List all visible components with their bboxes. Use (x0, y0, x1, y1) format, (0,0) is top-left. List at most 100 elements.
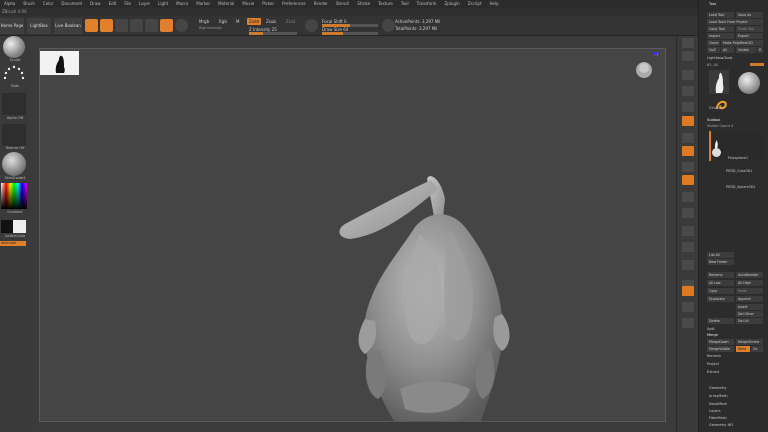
edit-icon[interactable] (85, 19, 98, 32)
document-canvas[interactable] (39, 48, 666, 422)
current-tool-thumbnail[interactable] (709, 70, 729, 94)
menu-item-preferences[interactable]: Preferences (278, 0, 310, 8)
remesh-header[interactable]: Remesh (707, 354, 721, 359)
menu-item-macro[interactable]: Macro (172, 0, 192, 8)
zcut-label[interactable]: Zcut (286, 19, 295, 24)
menu-item-stroke[interactable]: Stroke (353, 0, 374, 8)
export-button[interactable]: Export (736, 33, 763, 39)
split-header[interactable]: Split (707, 327, 715, 332)
insert-button[interactable]: Insert (736, 304, 763, 310)
menu-item-help[interactable]: Help (486, 0, 503, 8)
menu-item-zplugin[interactable]: Zplugin (441, 0, 464, 8)
switch-color-label[interactable]: SwitchColor (0, 234, 30, 238)
line-fill-icon[interactable] (682, 242, 694, 252)
menu-item-texture[interactable]: Texture (374, 0, 397, 8)
orientation-gizmo[interactable] (630, 50, 658, 82)
all-low-button[interactable]: All Low (707, 280, 734, 286)
del-other-button[interactable]: Del Other (736, 311, 763, 317)
dynamic-persp-icon[interactable] (682, 318, 694, 328)
menu-item-movie[interactable]: Movie (238, 0, 258, 8)
menu-item-tool[interactable]: Tool (397, 0, 413, 8)
zsub-label[interactable]: Zsub (266, 19, 276, 24)
all-button[interactable]: All (721, 47, 734, 53)
menu-item-color[interactable]: Color (39, 0, 57, 8)
menu-item-file[interactable]: File (120, 0, 135, 8)
z-intensity-slider[interactable] (249, 32, 297, 35)
delete-button[interactable]: Delete (707, 318, 734, 324)
symmetry-icon[interactable] (160, 19, 173, 32)
duplicate-button[interactable]: Duplicate (707, 296, 734, 302)
save-as-button[interactable]: Save As (736, 12, 763, 18)
menu-item-render[interactable]: Render (310, 0, 332, 8)
move-icon[interactable] (115, 19, 128, 32)
actual-icon[interactable] (682, 102, 694, 112)
m-label[interactable]: M (236, 19, 239, 24)
paste-button[interactable]: Paste (736, 288, 763, 294)
subtool-item-2-label[interactable]: PM3D_Cube3D1 (726, 169, 752, 174)
extract-header[interactable]: Extract (707, 370, 720, 375)
new-folder-button[interactable]: New Folder (707, 259, 734, 265)
material-sphere-icon[interactable] (2, 152, 26, 176)
arraymesh-section[interactable]: ArrayMesh (709, 394, 728, 399)
menu-item-light[interactable]: Light (154, 0, 172, 8)
menu-item-brush[interactable]: Brush (19, 0, 39, 8)
mrgb-label[interactable]: Mrgb (199, 19, 209, 24)
load-tool-button[interactable]: Load Tool (707, 12, 734, 18)
clone-button[interactable]: Clone (707, 40, 720, 46)
floor-icon[interactable] (682, 133, 694, 143)
draw-icon[interactable] (100, 19, 113, 32)
geometry-section[interactable]: Geometry (709, 386, 726, 391)
alternate-button[interactable]: Alternate (0, 241, 26, 246)
paste-tool-button[interactable]: Paste Tool (736, 26, 763, 32)
xyz-icon[interactable] (682, 162, 694, 172)
persp-icon[interactable] (682, 116, 694, 126)
copy-button[interactable]: Copy (707, 288, 734, 294)
polysphere-thumbnail[interactable] (738, 72, 760, 94)
local-icon[interactable] (682, 146, 694, 156)
autoreorder-button[interactable]: AutoReorder (736, 272, 763, 278)
draw-size-slider[interactable] (322, 32, 378, 35)
move-view-icon[interactable] (682, 192, 694, 202)
pressure-icon[interactable] (305, 19, 318, 32)
rename-button[interactable]: Rename (707, 272, 734, 278)
subtool-item-3-label[interactable]: PM3D_Sphere3D1 (726, 185, 755, 190)
load-tools-from-project-button[interactable]: Load Tools From Project (707, 19, 763, 25)
zoom3d-icon[interactable] (682, 208, 694, 218)
merge-similar-button[interactable]: MergeSimilar (736, 339, 763, 345)
rotate-view-icon[interactable] (682, 226, 694, 236)
import-button[interactable]: Import (707, 33, 734, 39)
visible-button[interactable]: Visible (736, 47, 756, 53)
fibermesh-section[interactable]: FiberMesh (709, 416, 727, 421)
menu-item-material[interactable]: Material (214, 0, 238, 8)
uv-button[interactable]: Uv (751, 346, 763, 352)
tool-size-slider[interactable] (750, 63, 764, 66)
lightbox-button[interactable]: LightBox (27, 18, 51, 34)
dynamic-icon[interactable] (382, 19, 395, 32)
menu-item-draw[interactable]: Draw (86, 0, 104, 8)
goz-button[interactable]: GoZ (707, 47, 720, 53)
scale-icon[interactable] (130, 19, 143, 32)
menu-item-alpha[interactable]: Alpha (0, 0, 19, 8)
transp-icon[interactable] (682, 260, 694, 270)
all-high-button[interactable]: All High (736, 280, 763, 286)
home-page-button[interactable]: Home Page (0, 18, 24, 34)
menu-item-edit[interactable]: Edit (105, 0, 121, 8)
menu-item-stencil[interactable]: Stencil (332, 0, 354, 8)
append-button[interactable]: Append (736, 296, 763, 302)
r-button[interactable]: R (757, 47, 763, 53)
live-boolean-button[interactable]: Live Boolean (54, 18, 82, 34)
nanomesh-section[interactable]: NanoMesh (709, 402, 727, 407)
simple-brush-icon[interactable] (713, 95, 731, 110)
material-sphere-icon[interactable] (175, 19, 188, 32)
list-all-button[interactable]: List All (707, 252, 734, 258)
alpha-thumbnail[interactable] (2, 93, 26, 115)
merge-header[interactable]: Merge (707, 333, 718, 338)
weld-button[interactable]: Weld (736, 346, 750, 352)
spix-icon[interactable] (682, 51, 694, 61)
brush-sphere-icon[interactable] (3, 36, 25, 58)
secondary-color-swatch[interactable] (13, 220, 26, 233)
subtool-header[interactable]: Subtool (707, 118, 720, 123)
texture-thumbnail[interactable] (2, 124, 26, 146)
menu-item-layer[interactable]: Layer (135, 0, 154, 8)
layers-section[interactable]: Layers (709, 409, 721, 414)
